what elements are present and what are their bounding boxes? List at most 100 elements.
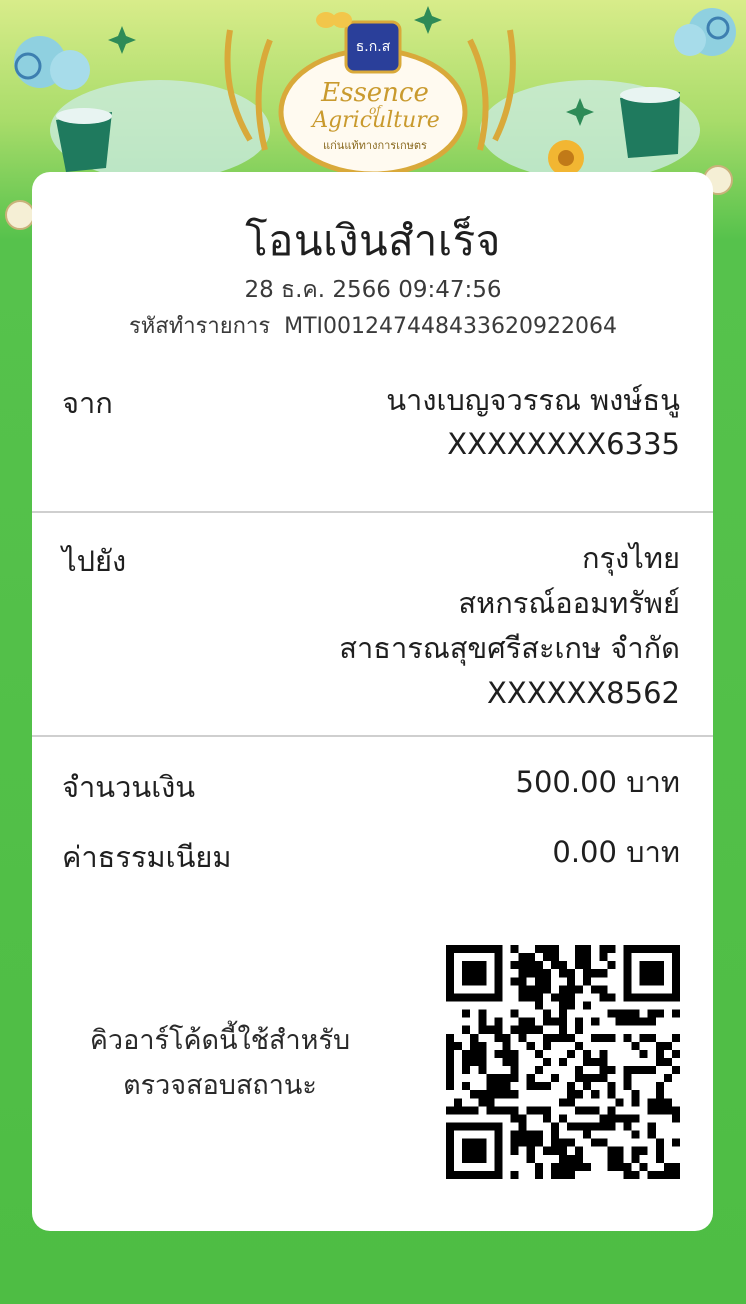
qr-module xyxy=(655,1098,664,1107)
cloud-right-icon xyxy=(674,8,736,56)
to-account: XXXXXX8562 xyxy=(486,676,680,710)
qr-module xyxy=(534,1025,543,1034)
qr-module xyxy=(583,945,592,954)
qr-module xyxy=(615,1009,624,1018)
qr-module xyxy=(591,969,600,978)
qr-module xyxy=(623,1017,632,1026)
qr-module xyxy=(518,969,527,978)
qr-module xyxy=(655,1009,664,1018)
qr-module xyxy=(478,1041,487,1050)
qr-module xyxy=(518,1130,527,1139)
qr-module xyxy=(631,1041,640,1050)
qr-module xyxy=(486,1082,495,1091)
qr-module xyxy=(623,1033,632,1042)
qr-module xyxy=(494,1106,503,1115)
qr-module xyxy=(478,1098,487,1107)
qr-module xyxy=(446,1041,455,1050)
qr-module xyxy=(526,1025,535,1034)
qr-module xyxy=(526,993,535,1002)
qr-module xyxy=(542,1041,551,1050)
qr-module xyxy=(526,1154,535,1163)
receipt-title: โอนเงินสำเร็จ xyxy=(245,216,501,265)
qr-code xyxy=(446,945,680,1179)
qr-module xyxy=(526,961,535,970)
qr-module xyxy=(647,1017,656,1026)
qr-module xyxy=(534,945,543,954)
qr-module xyxy=(510,1114,519,1123)
qr-module xyxy=(454,1098,463,1107)
qr-module xyxy=(631,1066,640,1075)
qr-module xyxy=(502,1057,511,1067)
transaction-ref-value: MTI001247448433620922064 xyxy=(284,314,617,339)
qr-module xyxy=(615,1154,624,1163)
qr-module xyxy=(575,1154,584,1163)
qr-module xyxy=(567,1033,576,1042)
qr-module xyxy=(575,1162,584,1171)
qr-module xyxy=(526,969,535,978)
qr-module xyxy=(462,1066,471,1075)
qr-module xyxy=(470,1041,479,1050)
qr-module xyxy=(567,985,576,994)
qr-module xyxy=(655,1057,664,1067)
qr-module xyxy=(583,953,592,962)
qr-module xyxy=(599,985,608,994)
qr-module xyxy=(663,1106,672,1115)
qr-module xyxy=(550,1130,559,1139)
qr-module xyxy=(639,1049,648,1058)
qr-module xyxy=(583,1122,592,1131)
qr-module xyxy=(599,969,608,978)
qr-module xyxy=(607,1154,616,1163)
qr-module xyxy=(550,1146,559,1155)
qr-module xyxy=(534,1138,543,1147)
qr-module xyxy=(558,969,568,978)
qr-module xyxy=(567,1090,576,1099)
qr-module xyxy=(542,1106,551,1115)
qr-module xyxy=(655,1138,664,1147)
qr-module xyxy=(567,1049,576,1058)
qr-module xyxy=(510,1074,519,1083)
qr-caption-line2: ตรวจสอบสถานะ xyxy=(123,1070,317,1101)
qr-module xyxy=(623,1082,632,1091)
qr-module xyxy=(550,953,559,962)
qr-module xyxy=(470,1033,479,1042)
qr-module xyxy=(671,1033,680,1042)
qr-module xyxy=(655,1146,664,1155)
qr-module xyxy=(518,961,527,970)
qr-module xyxy=(599,1114,608,1123)
qr-module xyxy=(599,953,608,962)
divider xyxy=(32,735,713,737)
qr-module xyxy=(599,1057,608,1067)
qr-module xyxy=(599,1122,608,1131)
qr-module xyxy=(671,1066,680,1075)
qr-module xyxy=(575,985,584,994)
qr-module xyxy=(558,1162,568,1171)
qr-module xyxy=(575,1066,584,1075)
qr-module xyxy=(583,1130,592,1139)
qr-module xyxy=(615,1146,624,1155)
qr-module xyxy=(462,1009,471,1018)
qr-module xyxy=(647,1170,656,1179)
qr-module xyxy=(462,1082,471,1091)
qr-module xyxy=(647,1098,656,1107)
qr-module xyxy=(607,961,616,970)
qr-module xyxy=(623,1074,632,1083)
qr-module xyxy=(575,1041,584,1050)
qr-module xyxy=(591,1090,600,1099)
qr-module xyxy=(470,1057,479,1067)
qr-module xyxy=(542,985,551,994)
divider xyxy=(32,511,713,513)
qr-module xyxy=(639,1162,648,1171)
qr-module xyxy=(486,1025,495,1034)
qr-module xyxy=(446,1106,455,1115)
fee-label: ค่าธรรมเนียม xyxy=(62,840,232,874)
qr-module xyxy=(567,993,576,1002)
qr-module xyxy=(583,1082,592,1091)
qr-module xyxy=(526,953,535,962)
qr-module xyxy=(583,1074,592,1083)
qr-module xyxy=(623,1066,632,1075)
qr-module xyxy=(550,1017,559,1026)
qr-module xyxy=(663,1041,672,1050)
qr-caption: คิวอาร์โค้ดนี้ใช้สำหรับ ตรวจสอบสถานะ xyxy=(70,1018,370,1108)
receipt-datetime: 28 ธ.ค. 2566 09:47:56 xyxy=(244,277,502,303)
qr-module xyxy=(534,1066,543,1075)
